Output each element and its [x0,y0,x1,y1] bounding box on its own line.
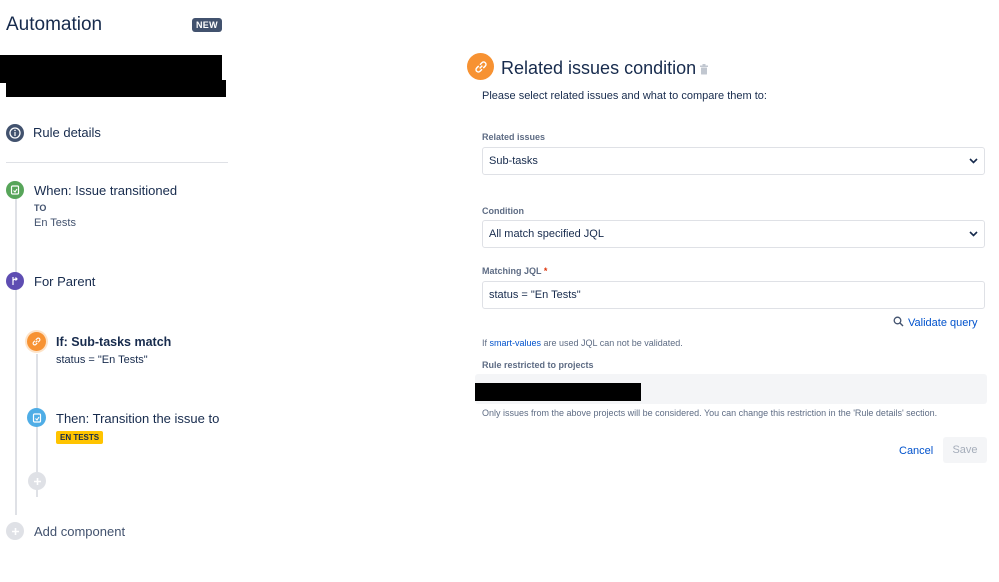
cancel-button[interactable]: Cancel [896,443,936,459]
redacted-project-name [475,383,641,401]
condition-select[interactable]: All match specified JQL [482,220,985,248]
redacted-rule-name-line [6,80,226,97]
transition-icon[interactable] [6,181,24,199]
plus-icon[interactable] [6,522,24,540]
save-button[interactable]: Save [943,437,987,463]
trash-icon[interactable] [699,62,709,80]
link-icon [467,53,494,80]
smart-values-link[interactable]: smart-values [490,338,542,348]
action-title[interactable]: Then: Transition the issue to [56,411,219,426]
link-icon[interactable] [27,332,46,351]
search-icon [893,316,904,330]
validate-query-label: Validate query [908,317,978,329]
redacted-rule-name [0,55,222,83]
matching-jql-label: Matching JQL * [482,266,547,276]
smart-note-suffix: are used JQL can not be validated. [541,338,683,348]
related-issues-value: Sub-tasks [489,155,538,167]
matching-jql-label-text: Matching JQL [482,266,542,276]
add-component-button[interactable]: Add component [34,524,125,539]
panel-intro: Please select related issues and what to… [482,90,767,102]
condition-value: status = "En Tests" [56,354,148,366]
info-icon[interactable] [6,124,24,142]
condition-select-value: All match specified JQL [489,228,604,240]
plus-icon[interactable] [28,472,46,490]
related-issues-label: Related issues [482,132,546,142]
trigger-to-value: En Tests [34,217,76,229]
flow-line [15,199,17,515]
app-title: Automation [6,14,103,35]
condition-title[interactable]: If: Sub-tasks match [56,335,171,349]
related-issues-select[interactable]: Sub-tasks [482,147,985,175]
trigger-to-label: TO [34,203,47,213]
branch-title[interactable]: For Parent [34,274,95,289]
smart-values-note: If smart-values are used JQL can not be … [482,338,683,348]
trigger-title[interactable]: When: Issue transitioned [34,183,177,198]
transition-icon[interactable] [27,408,46,427]
restricted-projects-label: Rule restricted to projects [482,360,594,370]
chevron-down-icon [969,158,978,164]
divider [6,162,228,163]
condition-label: Condition [482,206,524,216]
branch-icon[interactable] [6,272,24,290]
panel-title: Related issues condition [501,58,697,78]
required-mark: * [543,266,548,276]
restricted-projects-note: Only issues from the above projects will… [482,408,938,418]
new-badge: NEW [192,18,222,32]
validate-query-button[interactable]: Validate query [893,316,978,330]
chevron-down-icon [969,231,978,237]
status-lozenge: EN TESTS [56,431,104,444]
matching-jql-input[interactable]: status = "En Tests" [482,281,985,309]
rule-details-link[interactable]: Rule details [33,125,101,140]
smart-note-prefix: If [482,338,490,348]
